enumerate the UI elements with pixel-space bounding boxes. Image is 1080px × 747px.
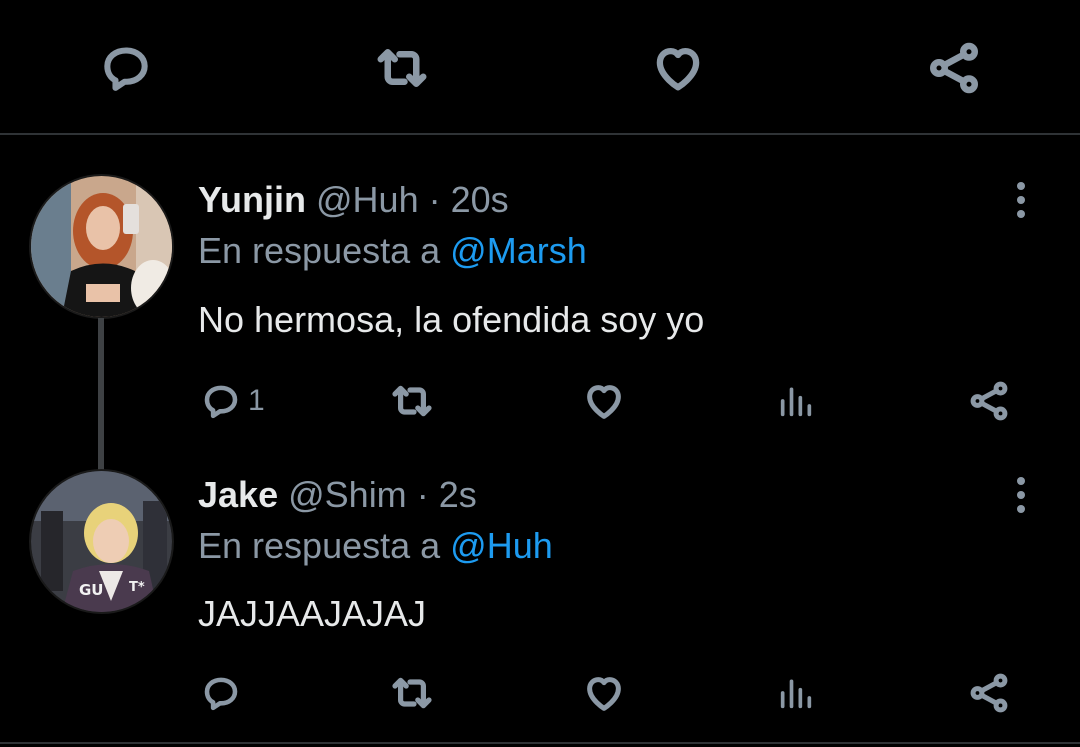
reply-button[interactable] [94, 36, 158, 100]
more-vertical-icon [1015, 180, 1027, 220]
reply-context: En respuesta a @Huh [198, 526, 553, 566]
like-button[interactable] [581, 668, 627, 718]
reply-prefix: En respuesta a [198, 525, 441, 566]
share-button[interactable] [922, 36, 986, 100]
user-handle[interactable]: @Shim [288, 474, 407, 515]
more-vertical-icon [1015, 475, 1027, 515]
reply-button[interactable]: 1 [200, 376, 265, 426]
reply-button[interactable] [200, 668, 242, 718]
retweet-icon [372, 38, 432, 98]
separator: · [416, 474, 429, 515]
analytics-button[interactable] [776, 376, 816, 426]
reply-context: En respuesta a @Marsh [198, 231, 587, 271]
share-button[interactable] [966, 376, 1012, 426]
avatar-image: GU T* [31, 471, 172, 612]
reply-mention[interactable]: @Marsh [450, 230, 587, 271]
share-icon [966, 670, 1012, 716]
svg-text:T*: T* [129, 580, 145, 595]
share-button[interactable] [966, 668, 1012, 718]
display-name[interactable]: Jake [198, 474, 278, 515]
tweet-text: JAJJAAJAJAJ [198, 593, 427, 634]
bottom-divider [0, 742, 1080, 744]
tweet-actions: 1 [0, 376, 1080, 426]
analytics-button[interactable] [776, 668, 816, 718]
reply-icon [200, 380, 242, 422]
tweet-text: No hermosa, la ofendida soy yo [198, 299, 705, 340]
like-button[interactable] [646, 36, 710, 100]
top-action-bar [0, 0, 1080, 134]
display-name[interactable]: Yunjin [198, 179, 306, 220]
analytics-icon [776, 673, 816, 713]
retweet-button[interactable] [388, 376, 436, 426]
timestamp[interactable]: 20s [451, 179, 509, 220]
reply-icon [98, 40, 154, 96]
share-icon [924, 38, 984, 98]
reply-prefix: En respuesta a [198, 230, 441, 271]
retweet-button[interactable] [388, 668, 436, 718]
reply-icon [200, 672, 242, 714]
more-options-button[interactable] [1006, 475, 1036, 515]
tweet-header: Jake @Shim · 2s [198, 475, 477, 515]
tweet-header: Yunjin @Huh · 20s [198, 180, 509, 220]
tweet-actions [0, 668, 1080, 718]
retweet-icon [388, 377, 436, 425]
more-options-button[interactable] [1006, 180, 1036, 220]
timestamp[interactable]: 2s [439, 474, 477, 515]
like-button[interactable] [581, 376, 627, 426]
reply-count: 1 [248, 384, 265, 417]
avatar-jake[interactable]: GU T* [29, 469, 174, 614]
reply-mention[interactable]: @Huh [450, 525, 553, 566]
like-icon [581, 670, 627, 716]
section-divider [0, 133, 1080, 135]
like-icon [581, 378, 627, 424]
avatar-yunjin[interactable] [29, 174, 174, 319]
retweet-button[interactable] [370, 36, 434, 100]
svg-text:GU: GU [79, 581, 104, 599]
share-icon [966, 378, 1012, 424]
retweet-icon [388, 669, 436, 717]
avatar-image [31, 176, 172, 317]
analytics-icon [776, 381, 816, 421]
separator: · [428, 179, 441, 220]
like-icon [649, 39, 707, 97]
user-handle[interactable]: @Huh [316, 179, 419, 220]
